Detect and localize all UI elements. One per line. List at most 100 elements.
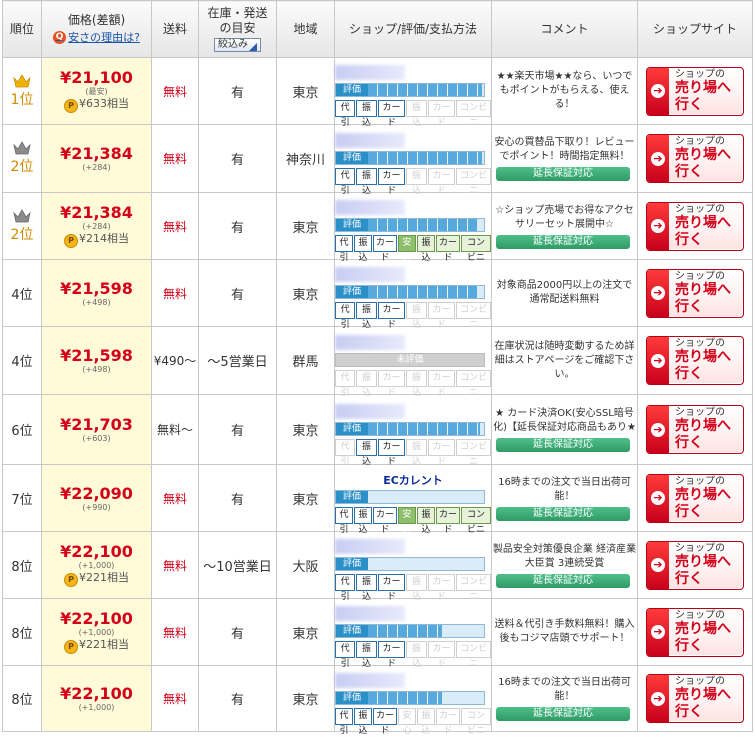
go-to-shop-text: ショップの 売り場へ行く <box>669 271 743 316</box>
price-diff: (+990) <box>82 502 111 512</box>
filter-button[interactable]: 絞込み <box>214 38 261 52</box>
table-row: 2位 ¥21,384 (+284) P ¥214相当 無料有東京 評価 代引 振込 カード 安心 振込… <box>2 192 753 263</box>
price-value[interactable]: ¥22,100 <box>42 543 151 561</box>
comment-cell: 送料＆代引き手数料無料！購入後もコジマ店頭でサポート！ <box>491 598 638 666</box>
eval-bar: 評価 <box>335 421 485 436</box>
shop-name-blurred[interactable] <box>335 606 405 621</box>
table-row: 6位 ¥21,703 (+603) 無料〜有東京 評価 代引 振込 カード 振込 カード コンビニ ★… <box>2 394 753 467</box>
price-value[interactable]: ¥21,384 <box>42 145 151 163</box>
pay-furikomi: 振込 <box>356 641 377 669</box>
go-to-shop-text: ショップの 売り場へ行く <box>669 407 743 452</box>
go-to-shop-line2: 売り場へ行く <box>675 281 731 315</box>
warranty-badge: 延長保証対応 <box>496 506 630 521</box>
shop-cell: 評価 代引 振込 カード 振込 カード コンビニ <box>334 531 492 602</box>
shop-name-blurred[interactable] <box>335 672 405 688</box>
shop-cell: 評価 代引 振込 カード 安心 振込 カード コンビニ <box>334 192 492 263</box>
price-value[interactable]: ¥21,598 <box>42 279 151 298</box>
go-to-shop-button[interactable]: ➔ ショップの 売り場へ行く <box>646 540 744 590</box>
go-to-shop-button[interactable]: ➔ ショップの 売り場へ行く <box>646 405 744 454</box>
stock-cell: 有 <box>198 665 277 732</box>
rank-cell: 7位 <box>2 464 42 532</box>
price-value[interactable]: ¥21,100 <box>42 69 151 87</box>
eval-fill <box>368 219 477 231</box>
arrow-right-icon: ➔ <box>647 337 669 384</box>
points-text: ¥633相当 <box>79 97 129 110</box>
gold-crown-icon <box>3 73 41 88</box>
price-value[interactable]: ¥22,090 <box>42 484 151 503</box>
price-value[interactable]: ¥21,598 <box>42 347 151 365</box>
eval-bar: 評価 <box>335 150 485 165</box>
go-to-shop-button[interactable]: ➔ ショップの 売り場へ行く <box>646 336 744 385</box>
header-row: 順位 価格(差額) Q 安さの理由は? 送料 在庫・発送 の目安 絞込み 地域 シ… <box>2 0 753 58</box>
shop-cell: 未評価 代引 振込 カード 振込 カード コンビニ <box>334 326 492 398</box>
go-to-shop-button[interactable]: ➔ ショップの 売り場へ行く <box>646 134 744 183</box>
shop-name-link[interactable]: ECカレント <box>335 472 491 487</box>
go-to-shop-button[interactable]: ➔ ショップの 売り場へ行く <box>646 674 744 723</box>
arrow-right-icon: ➔ <box>647 474 669 522</box>
go-to-shop-line2: 売り場へ行く <box>675 214 731 248</box>
rank-cell: 1位 <box>2 57 42 125</box>
go-to-shop-line2: 売り場へ行く <box>675 687 731 720</box>
go-to-shop-line2: 売り場へ行く <box>675 147 731 180</box>
pay-furikomi2: 振込 <box>406 100 427 128</box>
why-cheap-link[interactable]: Q 安さの理由は? <box>53 30 140 45</box>
eval-label: 評価 <box>336 625 368 637</box>
comment-cell: 在庫状況は随時変動するため詳細はストアページをご確認下さい。 <box>491 326 638 395</box>
go-to-shop-button[interactable]: ➔ ショップの 売り場へ行く <box>646 66 744 116</box>
price-diff: (+498) <box>82 297 111 307</box>
price-diff: (+498) <box>82 365 111 374</box>
col-area: 地域 <box>276 0 335 58</box>
go-to-shop-button[interactable]: ➔ ショップの 売り場へ行く <box>646 473 744 523</box>
go-to-shop-button[interactable]: ➔ ショップの 売り場へ行く <box>646 201 744 251</box>
pay-furikomi2: 振込 <box>417 507 435 535</box>
rank-cell: 4位 <box>2 326 42 395</box>
pay-card2: カード <box>427 438 456 467</box>
rank-label: 2位 <box>10 159 34 175</box>
rank-label: 4位 <box>11 355 33 370</box>
eval-bar: 未評価 <box>335 352 485 367</box>
shop-cell: 評価 代引 振込 カード 振込 カード コンビニ <box>334 598 492 669</box>
eval-label: 評価 <box>336 491 368 503</box>
why-cheap-label: 安さの理由は? <box>68 31 140 44</box>
table-row: 8位 ¥22,100 (+1,000) P ¥221相当 無料 〜10営業日 大阪 評価 代引 振込… <box>2 531 753 602</box>
pay-conv: コンビニ <box>456 641 491 669</box>
shop-name-blurred[interactable] <box>335 200 405 215</box>
shop-name-blurred[interactable] <box>335 334 405 350</box>
shop-name-blurred[interactable] <box>335 267 405 282</box>
pay-furikomi: 振込 <box>356 302 377 330</box>
comment-text: 対象商品2000円以上の注文で通常配送料無料 <box>496 280 633 305</box>
price-value[interactable]: ¥21,384 <box>42 204 151 222</box>
price-diff: (+284) <box>82 163 111 172</box>
shop-name-blurred[interactable] <box>335 65 405 80</box>
warranty-badge: 延長保証対応 <box>496 573 630 588</box>
price-value[interactable]: ¥21,703 <box>42 416 151 434</box>
price-value[interactable]: ¥22,100 <box>42 610 151 628</box>
price-cell: ¥22,100 (+1,000) P ¥221相当 <box>41 531 152 599</box>
pay-conv: コンビニ <box>461 235 491 263</box>
stock-cell: 有 <box>198 124 277 193</box>
shop-name-blurred[interactable] <box>335 132 405 148</box>
warranty-badge: 延長保証対応 <box>496 234 630 249</box>
comment-text: 送料＆代引き手数料無料！購入後もコジマ店頭でサポート！ <box>494 619 635 644</box>
go-to-shop-button[interactable]: ➔ ショップの 売り場へ行く <box>646 268 744 318</box>
pay-daibiki: 代引 <box>335 438 356 467</box>
area-cell: 東京 <box>276 598 335 666</box>
points-value: P ¥214相当 <box>42 231 151 248</box>
area-cell: 東京 <box>276 192 335 260</box>
go-to-shop-line1: ショップの <box>675 542 725 554</box>
shipping-value: 無料 <box>162 558 187 573</box>
stock-cell: 有 <box>198 192 277 260</box>
price-cell: ¥21,598 (+498) <box>41 259 152 327</box>
shipping-value: 無料 <box>162 692 187 706</box>
eval-fill <box>368 422 480 435</box>
shop-name-blurred[interactable] <box>335 539 405 554</box>
shop-name-blurred[interactable] <box>335 403 405 419</box>
go-to-shop-line2: 売り場へ行く <box>675 349 731 382</box>
price-value[interactable]: ¥22,100 <box>42 685 151 703</box>
go-to-shop-button[interactable]: ➔ ショップの 売り場へ行く <box>646 607 744 657</box>
pay-anshin: 安心 <box>398 707 416 736</box>
site-cell: ➔ ショップの 売り場へ行く <box>637 598 753 666</box>
pay-furikomi2: 振込 <box>406 369 427 398</box>
pay-card: カード <box>377 100 406 128</box>
shipping-value: 無料 <box>162 625 187 640</box>
